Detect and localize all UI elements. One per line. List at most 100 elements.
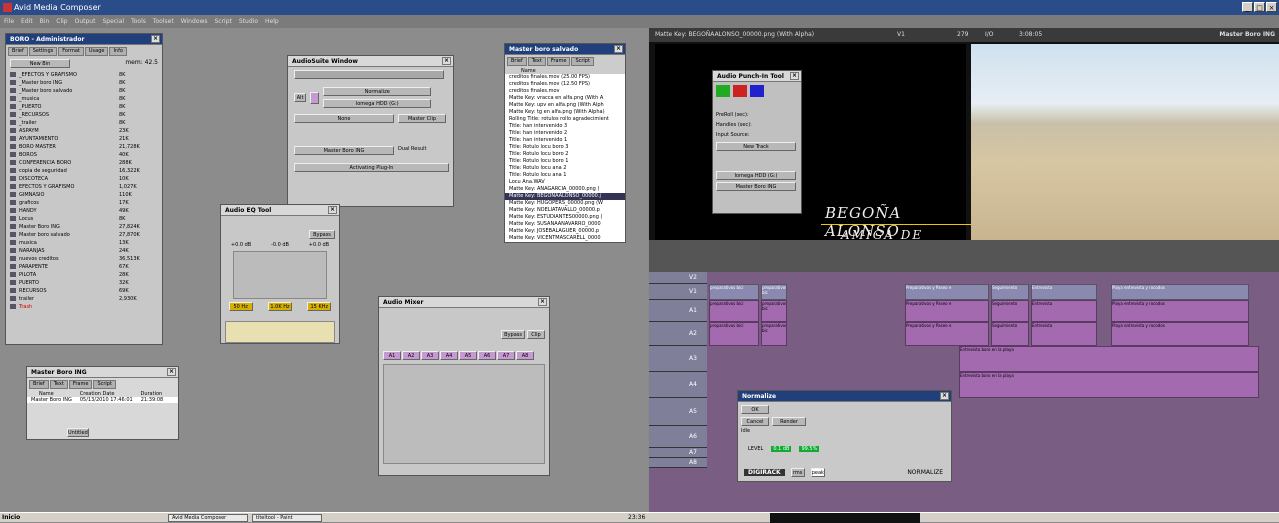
close-icon[interactable]: × [538, 298, 547, 306]
table-row[interactable]: Master Boro ING 05/13/2010 17:46:01 21:39:… [27, 397, 178, 403]
new-track-select[interactable]: New Track [716, 142, 796, 151]
master-clip-button[interactable]: Master Clip [398, 114, 446, 123]
untitled-button[interactable]: Untitled [67, 428, 89, 437]
tab[interactable]: Info [109, 47, 127, 56]
render-button[interactable]: Render [772, 417, 806, 426]
punch-drive-select[interactable]: Iomega HDD (G:) [716, 171, 796, 180]
list-item[interactable]: Trash [6, 303, 162, 311]
audiosuite-menu[interactable] [294, 70, 444, 79]
list-item[interactable]: _Master boro ING 8K [6, 79, 162, 87]
menu-item[interactable]: Toolset [153, 15, 174, 28]
menu-item[interactable]: Clip [56, 15, 67, 28]
maximize-button[interactable]: □ [1254, 2, 1265, 12]
video-clip[interactable]: preparativos bic [761, 284, 787, 300]
tab[interactable]: Settings [28, 47, 58, 56]
list-item[interactable]: RECURSOS 69K [6, 287, 162, 295]
list-item[interactable]: Rolling Title: rotulos rollo agradecimie… [505, 116, 625, 123]
video-clip[interactable]: Playa entrevista y rocodos [1111, 284, 1249, 300]
list-item[interactable]: Matte Key: VICENTMASCARELL_0000 [505, 235, 625, 242]
list-item[interactable]: Title: Rotulo locu ana 1 [505, 172, 625, 179]
tab[interactable]: Brief [507, 57, 527, 66]
timeline-clip[interactable]: Preparativos y Paseo e [905, 322, 989, 346]
list-item[interactable]: Matte Key: NOELIATAVALLO_00000.p [505, 207, 625, 214]
list-item[interactable]: _EFECTOS Y GRAFISMO 8K [6, 71, 162, 79]
eq-freq-button[interactable]: 50 Hz [228, 302, 253, 311]
rms-button[interactable]: rms [790, 468, 805, 477]
list-item[interactable]: _Master boro salvado 8K [6, 87, 162, 95]
taskbar-paint[interactable]: titeltool - Paint [252, 514, 322, 522]
tab[interactable]: Usage [84, 47, 109, 56]
list-item[interactable]: Title: han intervenido 1 [505, 137, 625, 144]
list-item[interactable]: Matte Key: SUSANAANAVARRO_0000 [505, 221, 625, 228]
list-item[interactable]: Locus 8K [6, 215, 162, 223]
timeline-clip[interactable]: Entrevista [1031, 322, 1097, 346]
list-item[interactable]: NARANJAS 24K [6, 247, 162, 255]
close-icon[interactable]: × [614, 45, 623, 53]
menu-item[interactable]: Studio [239, 15, 258, 28]
list-item[interactable]: DISCOTECA 10K [6, 175, 162, 183]
list-item[interactable]: PARAPENTE 67K [6, 263, 162, 271]
list-item[interactable]: copia de seguridad 16,322K [6, 167, 162, 175]
list-item[interactable]: CONFERENCIA BORO 288K [6, 159, 162, 167]
video-clip[interactable]: Seguimiento [991, 284, 1029, 300]
menu-item[interactable]: Help [265, 15, 279, 28]
list-item[interactable]: Master boro salvado 27,870K [6, 231, 162, 239]
eq-freq-button[interactable]: 15 KHz [307, 302, 332, 311]
close-button[interactable]: × [1266, 2, 1277, 12]
list-item[interactable]: _PUERTO 8K [6, 103, 162, 111]
tab[interactable]: Script [93, 380, 116, 389]
list-item[interactable]: Matte Key: ANAGARCIA_00000.png ( [505, 186, 625, 193]
list-item[interactable]: Title: Rotulo locu ana 2 [505, 165, 625, 172]
eq-freq-button[interactable]: 1.0K Hz [267, 302, 292, 311]
menu-item[interactable]: Tools [131, 15, 146, 28]
source-monitor[interactable]: BEGOÑA ALONSOAMIGA DE BORO [655, 44, 973, 256]
mixer-clip-button[interactable]: Clip [527, 330, 545, 339]
menu-item[interactable]: Special [102, 15, 124, 28]
list-item[interactable]: HANDY 49K [6, 207, 162, 215]
list-item[interactable]: Locu Ana.WAV [505, 179, 625, 186]
tab[interactable]: Text [49, 380, 68, 389]
close-icon[interactable]: × [940, 392, 949, 400]
track-header[interactable]: V2 [649, 272, 707, 284]
list-item[interactable]: ASPAYM 23K [6, 127, 162, 135]
list-item[interactable]: PILOTA 28K [6, 271, 162, 279]
record-button[interactable] [733, 85, 747, 97]
all-button[interactable]: Alt [294, 93, 307, 102]
list-item[interactable]: creditos finales.mov (12.50 FPS) [505, 81, 625, 88]
new-bin-button[interactable]: New Bin [10, 59, 70, 68]
tab[interactable]: Brief [8, 47, 28, 56]
timeline-clip[interactable]: Playa entrevista y rocodos [1111, 300, 1249, 322]
mixer-track-button[interactable]: A3 [421, 351, 439, 360]
timeline-clip[interactable]: Seguimiento [991, 322, 1029, 346]
track-header[interactable]: A2 [649, 322, 707, 346]
plugin-select[interactable]: Normalize [323, 87, 432, 96]
track-header[interactable]: A5 [649, 398, 707, 426]
tab[interactable]: Format [58, 47, 84, 56]
mixer-faders[interactable] [383, 364, 545, 464]
mixer-track-button[interactable]: A8 [516, 351, 534, 360]
list-item[interactable]: Matte Key: HUGOPERS_00000.png (W [505, 200, 625, 207]
list-item[interactable]: PUERTO 32K [6, 279, 162, 287]
close-icon[interactable]: × [790, 72, 799, 80]
timeline-clip[interactable]: preparativos bic [761, 300, 787, 322]
list-item[interactable]: Title: han intervenido 3 [505, 123, 625, 130]
timeline-clip[interactable]: preparativos bic [761, 322, 787, 346]
stop-button[interactable] [750, 85, 764, 97]
track-header[interactable]: A3 [649, 346, 707, 372]
list-item[interactable]: nuevos creditos 36,513K [6, 255, 162, 263]
tab[interactable]: Text [527, 57, 546, 66]
track-header[interactable]: A4 [649, 372, 707, 398]
mixer-bypass-button[interactable]: Bypass [501, 330, 526, 339]
none-select[interactable]: None [294, 114, 394, 123]
mixer-track-button[interactable]: A2 [402, 351, 420, 360]
eq-sliders[interactable] [233, 251, 327, 299]
bypass-button[interactable]: Bypass [309, 230, 335, 239]
list-item[interactable]: Matte Key: ESTUDIANTES00000.png ( [505, 214, 625, 221]
ok-button[interactable]: OK [741, 405, 769, 414]
video-clip[interactable]: Preparativos y Paseo e [905, 284, 989, 300]
peak-button[interactable]: peak [810, 468, 825, 477]
track-header[interactable]: A1 [649, 300, 707, 322]
mixer-track-button[interactable]: A4 [440, 351, 458, 360]
list-item[interactable]: GIMNASIO 110K [6, 191, 162, 199]
timeline-clip[interactable]: Playa entrevista y rocodos [1111, 322, 1249, 346]
